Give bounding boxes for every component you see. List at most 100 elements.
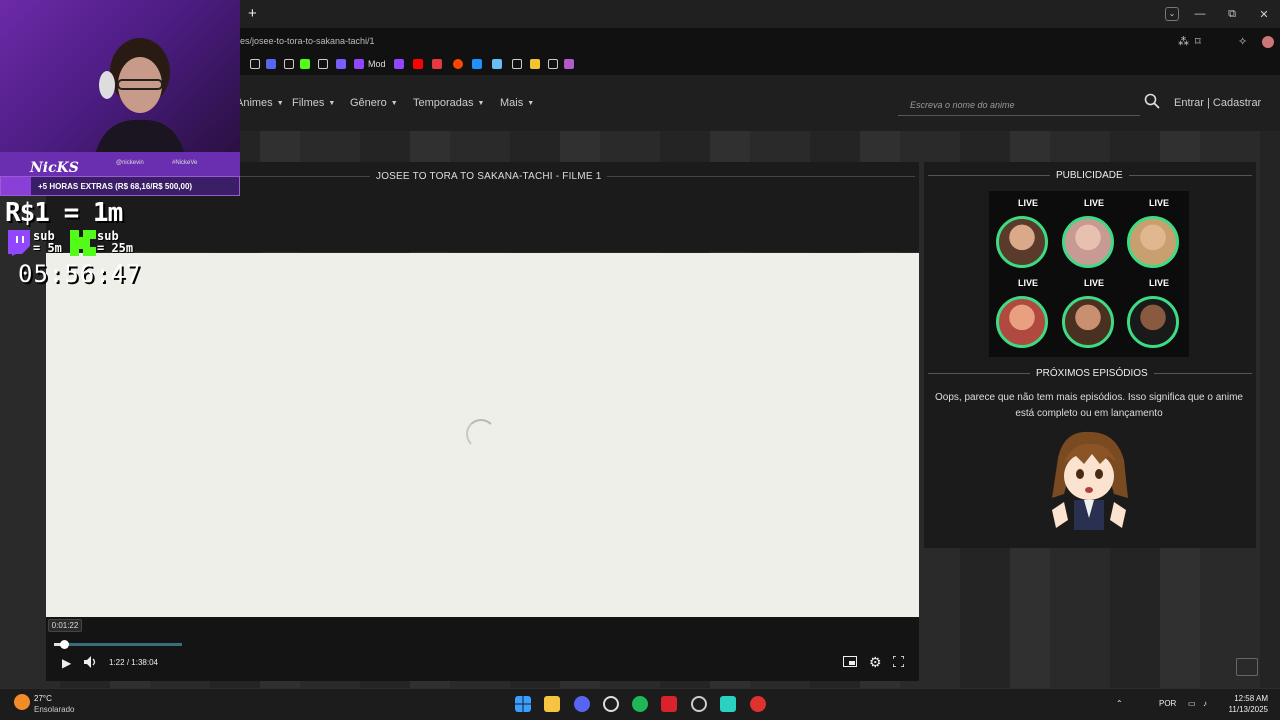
goal-progress bbox=[1, 177, 31, 195]
nav-filmes[interactable]: Filmes ▼ bbox=[292, 97, 335, 109]
spotify-icon[interactable] bbox=[632, 696, 648, 712]
live-avatar[interactable] bbox=[1062, 296, 1114, 348]
live-label: LIVE bbox=[1148, 198, 1169, 208]
next-episodes-title: PRÓXIMOS EPISÓDIOS bbox=[1030, 368, 1154, 379]
obs-icon[interactable] bbox=[691, 696, 707, 712]
live-label: LIVE bbox=[1017, 278, 1038, 288]
twitch-icon[interactable] bbox=[354, 59, 364, 69]
channel-logo: NicKS bbox=[30, 160, 79, 176]
weather-sun-icon[interactable] bbox=[14, 694, 30, 710]
live-avatar[interactable] bbox=[1127, 296, 1179, 348]
app-icon[interactable] bbox=[432, 59, 442, 69]
streamer-webcam-image bbox=[95, 38, 185, 155]
sub-strip-text: @nickevin bbox=[116, 160, 144, 166]
clock-date: 11/13/2025 bbox=[1228, 705, 1268, 714]
live-avatar[interactable] bbox=[996, 296, 1048, 348]
notes-icon[interactable] bbox=[720, 696, 736, 712]
nav-animes[interactable]: Animes ▼ bbox=[236, 97, 284, 109]
minimize-button[interactable]: — bbox=[1184, 8, 1216, 20]
folder-icon[interactable] bbox=[548, 59, 558, 69]
vivaldi-icon[interactable] bbox=[661, 696, 677, 712]
opera-gx-icon[interactable] bbox=[603, 696, 619, 712]
live-label: LIVE bbox=[1017, 198, 1038, 208]
bookmark-mod[interactable]: Mod bbox=[368, 59, 386, 69]
settings-gear-icon[interactable]: ⚙ bbox=[869, 654, 882, 671]
discord-icon[interactable] bbox=[266, 59, 276, 69]
sub-alert-strip: NicKS @nickevin #NickeVe bbox=[0, 152, 240, 176]
discord-icon[interactable] bbox=[574, 696, 590, 712]
search-icon[interactable] bbox=[1144, 93, 1160, 109]
profile-avatar[interactable] bbox=[1262, 36, 1274, 48]
tray-overflow-icon[interactable]: ⌃ bbox=[1116, 699, 1123, 708]
twitch-sub-value: = 5m bbox=[33, 241, 62, 255]
folder-icon[interactable] bbox=[284, 59, 294, 69]
play-icon[interactable]: ▶ bbox=[62, 656, 71, 670]
network-icon[interactable]: ▭ bbox=[1188, 699, 1196, 708]
close-button[interactable]: ✕ bbox=[1248, 8, 1280, 21]
tab-search-icon[interactable]: ⌄ bbox=[1165, 7, 1179, 21]
weather-temp[interactable]: 27°C bbox=[34, 694, 52, 703]
goal-text: +5 HORAS EXTRAS (R$ 68,16/R$ 500,00) bbox=[38, 182, 193, 191]
live-label: LIVE bbox=[1083, 278, 1104, 288]
donation-rate: R$1 = 1m bbox=[5, 198, 123, 228]
seek-bar[interactable] bbox=[54, 643, 182, 646]
nav-genero[interactable]: Gênero ▼ bbox=[350, 97, 398, 109]
app-icon[interactable] bbox=[336, 59, 346, 69]
anime-search-input[interactable] bbox=[898, 94, 1140, 116]
speaker-icon[interactable]: ♪ bbox=[1203, 699, 1207, 708]
subathon-timer: 05:56:47 bbox=[18, 260, 142, 288]
login-register-link[interactable]: Entrar | Cadastrar bbox=[1174, 97, 1261, 109]
live-avatar[interactable] bbox=[996, 216, 1048, 268]
nav-temporadas[interactable]: Temporadas ▼ bbox=[413, 97, 484, 109]
live-label: LIVE bbox=[1083, 198, 1104, 208]
bookmark-icon[interactable]: ⌑ bbox=[1195, 35, 1201, 48]
time-display: 1:22 / 1:38:04 bbox=[109, 658, 158, 667]
sub-strip-text: #NickeVe bbox=[172, 160, 198, 166]
kick-icon[interactable] bbox=[300, 59, 310, 69]
steam-icon[interactable] bbox=[492, 59, 502, 69]
restore-button[interactable]: ⧉ bbox=[1216, 8, 1248, 21]
seek-handle[interactable] bbox=[60, 640, 69, 649]
pip-icon[interactable] bbox=[843, 656, 857, 667]
kick-sub-value: = 25m bbox=[97, 241, 134, 255]
screen: + ⌄ — ⧉ ✕ es/josee-to-tora-to-sakana-tac… bbox=[0, 0, 1280, 720]
extensions-icon[interactable]: ✧ bbox=[1238, 35, 1247, 48]
weather-desc[interactable]: Ensolarado bbox=[34, 705, 74, 714]
twitch-icon bbox=[8, 230, 30, 256]
current-time: 1:22 bbox=[109, 658, 125, 667]
translate-icon[interactable]: ⁂ bbox=[1178, 35, 1189, 48]
volume-icon[interactable] bbox=[84, 656, 98, 668]
app-icon[interactable] bbox=[472, 59, 482, 69]
twitch-icon[interactable] bbox=[394, 59, 404, 69]
chat-icon[interactable] bbox=[1236, 658, 1258, 676]
windows-start-icon[interactable] bbox=[515, 696, 531, 712]
file-explorer-icon[interactable] bbox=[544, 696, 560, 712]
ads-title: PUBLICIDADE bbox=[1050, 170, 1129, 181]
folder-icon[interactable] bbox=[512, 59, 522, 69]
duration: 1:38:04 bbox=[131, 658, 158, 667]
live-label: LIVE bbox=[1148, 278, 1169, 288]
live-avatar[interactable] bbox=[1127, 216, 1179, 268]
time-separator: / bbox=[126, 658, 130, 667]
youtube-icon[interactable] bbox=[413, 59, 423, 69]
app-icon[interactable] bbox=[564, 59, 574, 69]
folder-icon[interactable] bbox=[250, 59, 260, 69]
fullscreen-icon[interactable] bbox=[893, 656, 904, 667]
system-clock[interactable]: 12:58 AM 11/13/2025 bbox=[1226, 693, 1268, 715]
url-text[interactable]: es/josee-to-tora-to-sakana-tachi/1 bbox=[240, 36, 375, 46]
window-controls: — ⧉ ✕ bbox=[1184, 0, 1280, 28]
kick-icon bbox=[70, 230, 96, 256]
movie-title: JOSEE TO TORA TO SAKANA-TACHI - FILME 1 bbox=[370, 171, 608, 182]
buffered-progress bbox=[54, 643, 182, 646]
folder-icon[interactable] bbox=[318, 59, 328, 69]
app-icon[interactable] bbox=[530, 59, 540, 69]
new-tab-button[interactable]: + bbox=[248, 6, 257, 22]
seek-tooltip: 0:01:22 bbox=[48, 619, 82, 632]
app-icon[interactable] bbox=[750, 696, 766, 712]
anime-girl-illustration bbox=[1052, 431, 1128, 530]
language-indicator[interactable]: POR bbox=[1159, 699, 1176, 708]
reddit-icon[interactable] bbox=[453, 59, 463, 69]
clock-time: 12:58 AM bbox=[1234, 694, 1268, 703]
live-avatar[interactable] bbox=[1062, 216, 1114, 268]
nav-mais[interactable]: Mais ▼ bbox=[500, 97, 534, 109]
